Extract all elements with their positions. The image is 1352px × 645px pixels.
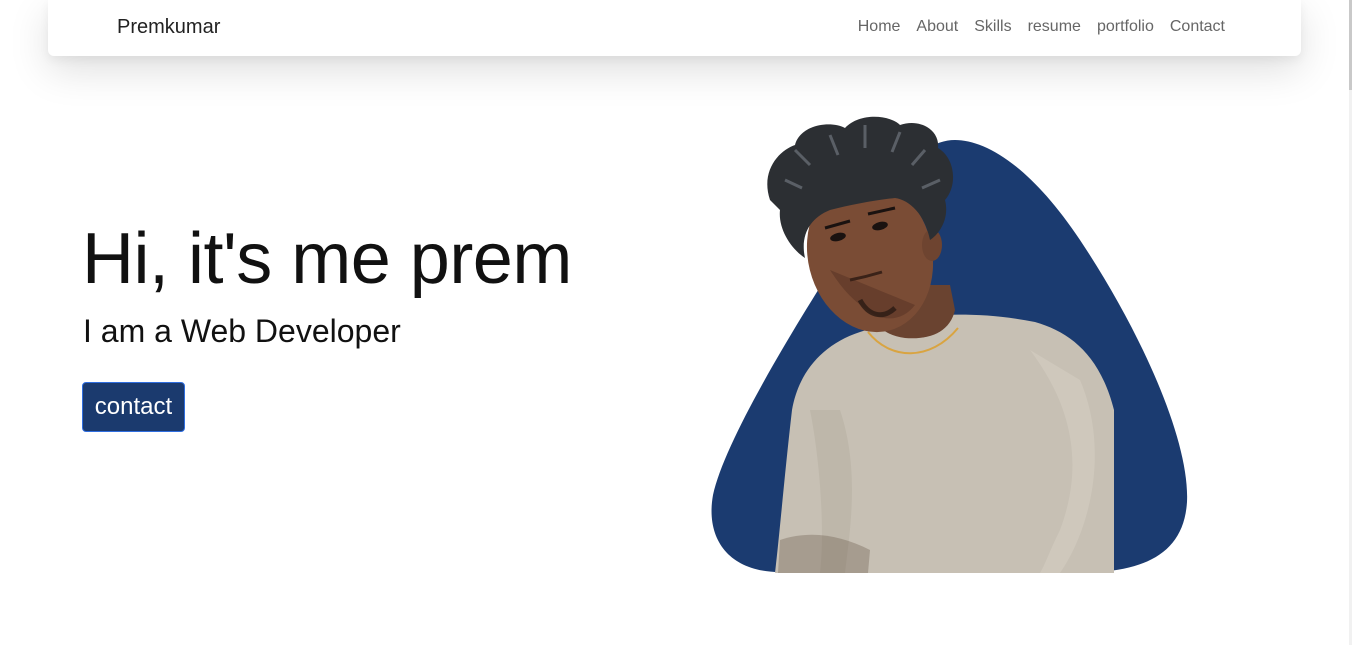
nav-links: Home About Skills resume portfolio Conta… — [858, 18, 1225, 36]
nav-link-contact[interactable]: Contact — [1170, 18, 1225, 36]
hero-title: Hi, it's me prem — [82, 219, 572, 299]
brand-logo[interactable]: Premkumar — [117, 16, 220, 39]
nav-link-about[interactable]: About — [916, 18, 958, 36]
hero-subtitle: I am a Web Developer — [83, 313, 401, 349]
nav-link-portfolio[interactable]: portfolio — [1097, 18, 1154, 36]
nav-link-resume[interactable]: resume — [1028, 18, 1081, 36]
nav-link-home[interactable]: Home — [858, 18, 901, 36]
nav-link-skills[interactable]: Skills — [974, 18, 1011, 36]
portrait-illustration — [711, 116, 1188, 573]
page: Premkumar Home About Skills resume portf… — [0, 0, 1352, 645]
hero-image — [700, 110, 1200, 580]
navbar: Premkumar Home About Skills resume portf… — [48, 0, 1301, 56]
contact-button[interactable]: contact — [82, 382, 185, 432]
